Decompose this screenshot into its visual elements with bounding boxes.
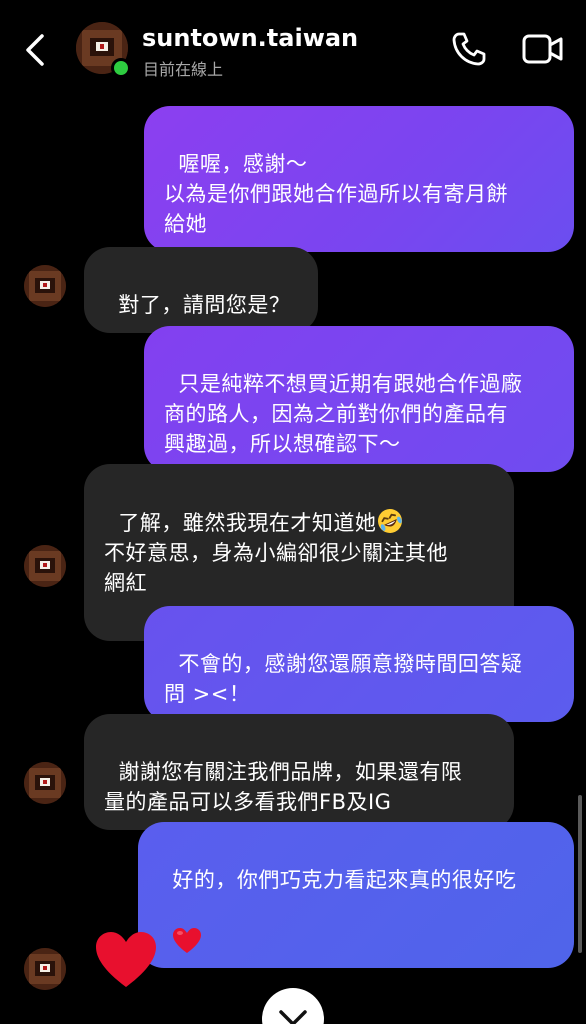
message-text: 不好意思，身為小編卻很少關注其他 網紅 [104, 541, 448, 595]
phone-icon [452, 32, 486, 66]
sender-avatar[interactable] [24, 265, 66, 307]
message-text: 好的，你們巧克力看起來真的很好吃 [172, 868, 517, 892]
heart-reaction-icon[interactable] [94, 930, 158, 990]
message-text-line1: 了解，雖然我現在才知道她 [118, 511, 377, 535]
sender-avatar[interactable] [24, 948, 66, 990]
message-text: 對了，請問您是？ [118, 293, 291, 317]
video-camera-icon [522, 34, 563, 64]
scroll-to-bottom-button[interactable] [262, 988, 324, 1024]
online-status-text: 目前在線上 [143, 60, 224, 79]
message-bubble-incoming[interactable]: 謝謝您有關注我們品牌，如果還有限 量的產品可以多看我們FB及IG [84, 714, 514, 830]
video-call-button[interactable] [522, 33, 564, 65]
sender-avatar[interactable] [24, 762, 66, 804]
message-text: 只是純粹不想買近期有跟她合作過廠 商的路人，因為之前對你們的產品有 興趣過，所以… [164, 372, 523, 456]
message-bubble-incoming[interactable]: 對了，請問您是？ [84, 247, 318, 333]
chevron-left-icon [26, 34, 44, 66]
message-text: 不會的，感謝您還願意撥時間回答疑 問 ><！ [164, 652, 523, 706]
chat-username[interactable]: suntown.taiwan [142, 24, 358, 52]
message-bubble-outgoing[interactable]: 不會的，感謝您還願意撥時間回答疑 問 ><！ [144, 606, 574, 722]
scrollbar[interactable] [578, 795, 582, 953]
audio-call-button[interactable] [450, 30, 488, 68]
rolling-laughing-emoji-icon [378, 509, 403, 533]
message-bubble-outgoing[interactable]: 喔喔，感謝～ 以為是你們跟她合作過所以有寄月餅 給她 [144, 106, 574, 252]
back-button[interactable] [20, 30, 52, 70]
message-bubble-outgoing[interactable]: 只是純粹不想買近期有跟她合作過廠 商的路人，因為之前對你們的產品有 興趣過，所以… [144, 326, 574, 472]
message-text: 謝謝您有關注我們品牌，如果還有限 量的產品可以多看我們FB及IG [104, 760, 463, 814]
message-text: 喔喔，感謝～ 以為是你們跟她合作過所以有寄月餅 給她 [164, 152, 508, 236]
message-bubble-outgoing[interactable]: 好的，你們巧克力看起來真的很好吃 [138, 822, 574, 968]
red-heart-emoji-icon [173, 928, 202, 953]
sender-avatar[interactable] [24, 545, 66, 587]
online-status-dot [111, 58, 131, 78]
chevron-down-icon [279, 1010, 307, 1024]
chat-header: suntown.taiwan 目前在線上 [0, 0, 586, 96]
